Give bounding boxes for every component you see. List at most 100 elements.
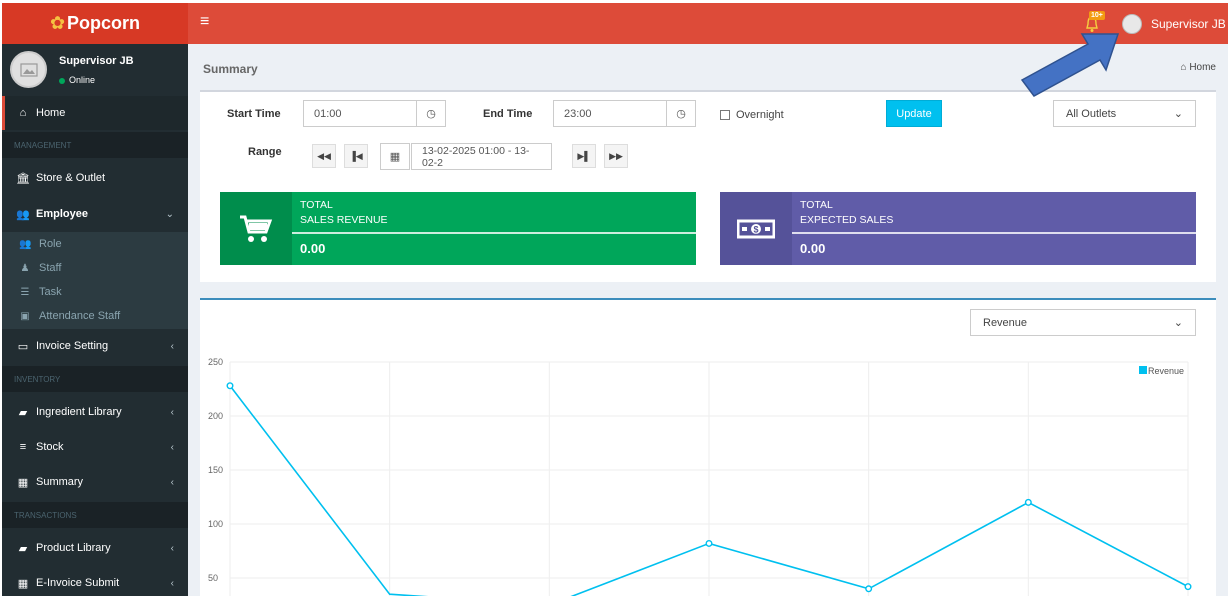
book-icon: ▰: [18, 542, 28, 555]
revenue-line-chart: 250 200 150 100 50 Revenue: [208, 357, 1192, 596]
sidebar-item-attendance[interactable]: ▣ Attendance Staff: [2, 304, 188, 328]
date-range-input[interactable]: 13-02-2025 01:00 - 13-02-2: [411, 143, 552, 170]
y-tick-label: 150: [208, 465, 223, 475]
update-button[interactable]: Update: [886, 100, 942, 127]
chevron-left-icon: ‹: [170, 406, 174, 418]
online-dot-icon: [59, 77, 65, 84]
legend-label: Revenue: [1148, 366, 1184, 376]
sidebar-item-label: Invoice Setting: [36, 340, 109, 352]
main-content: Summary ⌂ Home Start Time 01:00 ◷ End Ti…: [188, 44, 1228, 596]
clock-icon[interactable]: ◷: [666, 100, 696, 127]
sidebar-item-product-library[interactable]: ▰ Product Library ‹: [2, 531, 188, 565]
data-point: [705, 539, 713, 547]
outlet-select-value: All Outlets: [1066, 107, 1117, 120]
chevron-down-icon: ⌄: [165, 208, 174, 220]
start-time-input[interactable]: 01:00: [303, 100, 417, 127]
male-icon: ♟: [20, 262, 30, 274]
home-icon: ⌂: [1180, 62, 1190, 73]
sidebar-item-label: Store & Outlet: [36, 172, 106, 184]
overnight-checkbox[interactable]: Overnight: [720, 109, 784, 121]
chevron-left-icon: ‹: [170, 476, 174, 488]
sidebar-item-role[interactable]: 👥 Role: [2, 232, 188, 256]
expected-sales-content: TOTAL EXPECTED SALES 0.00: [792, 192, 1196, 265]
chevron-left-icon: ‹: [170, 577, 174, 589]
y-tick-label: 250: [208, 357, 223, 367]
checkbox-box[interactable]: [720, 110, 730, 120]
sidebar-item-label: Role: [39, 238, 62, 250]
sidebar-item-home[interactable]: ⌂ Home: [2, 96, 188, 130]
chart-panel: Revenue ⌄ 250 200 150 100 50 Revenue: [200, 298, 1216, 596]
y-tick-label: 200: [208, 411, 223, 421]
sidebar-item-task[interactable]: ☰ Task: [2, 280, 188, 304]
chevron-left-icon: ‹: [170, 441, 174, 453]
shopping-cart-icon: [220, 192, 292, 265]
data-point: [865, 585, 873, 593]
data-point: [1024, 498, 1032, 506]
hamburger-icon[interactable]: ≡: [200, 14, 209, 30]
bank-icon: 🏛: [16, 172, 30, 185]
sidebar-item-invoice-setting[interactable]: ▭ Invoice Setting ‹: [2, 329, 188, 363]
card-title-line1: TOTAL: [300, 199, 333, 211]
brand-logo[interactable]: ✿ Popcorn: [2, 3, 188, 44]
contact-book-icon: ▣: [20, 310, 30, 322]
user-menu-name[interactable]: Supervisor JB: [1151, 17, 1226, 31]
expected-sales-card: $ TOTAL EXPECTED SALES 0.00: [720, 192, 1196, 265]
avatar: [10, 51, 47, 88]
sidebar-item-staff[interactable]: ♟ Staff: [2, 256, 188, 280]
user-status: Online: [59, 75, 95, 85]
sidebar-item-summary[interactable]: ▦ Summary ‹: [2, 465, 188, 499]
fast-forward-button[interactable]: ▶▶: [604, 144, 628, 168]
table-icon: ▦: [17, 577, 29, 590]
breadcrumb-home[interactable]: Home: [1189, 62, 1216, 73]
money-bill-icon: $: [720, 192, 792, 265]
end-time-input[interactable]: 23:00: [553, 100, 667, 127]
popcorn-icon: ✿: [49, 13, 66, 33]
range-label: Range: [248, 146, 282, 158]
breadcrumb[interactable]: ⌂ Home: [1180, 62, 1216, 73]
sales-revenue-card: TOTAL SALES REVENUE 0.00: [220, 192, 696, 265]
y-tick-label: 50: [208, 573, 218, 583]
sidebar-item-employee[interactable]: 👥 Employee ⌄: [2, 197, 188, 231]
users-icon: 👥: [16, 208, 30, 221]
card-title-line1: TOTAL: [800, 199, 833, 211]
sidebar-item-stock[interactable]: ≡ Stock ‹: [2, 430, 188, 464]
overnight-label: Overnight: [736, 109, 784, 121]
outlet-select[interactable]: All Outlets ⌄: [1053, 100, 1196, 127]
svg-text:$: $: [753, 224, 758, 234]
sidebar: Supervisor JB Online ⌂ Home MANAGEMENT 🏛…: [2, 44, 188, 596]
y-tick-label: 100: [208, 519, 223, 529]
tasks-icon: ☰: [20, 286, 30, 298]
sales-revenue-value: 0.00: [300, 241, 326, 256]
chevron-left-icon: ‹: [170, 542, 174, 554]
data-point: [1184, 583, 1192, 591]
book-icon: ▰: [18, 406, 28, 419]
sidebar-item-label: Product Library: [36, 542, 111, 554]
users-icon: 👥: [19, 238, 32, 250]
calendar-icon[interactable]: ▦: [380, 143, 410, 170]
sidebar-item-label: Summary: [36, 476, 84, 488]
database-icon: ≡: [19, 441, 27, 453]
fast-backward-button[interactable]: ◀◀: [312, 144, 336, 168]
expected-sales-value: 0.00: [800, 241, 826, 256]
sidebar-item-label: Employee: [36, 208, 88, 220]
table-icon: ▦: [17, 476, 29, 489]
clock-icon[interactable]: ◷: [416, 100, 446, 127]
annotation-arrow-icon: [1020, 33, 1120, 97]
money-icon: ▭: [17, 340, 29, 353]
start-time-label: Start Time: [227, 108, 281, 120]
sidebar-item-label: Task: [39, 286, 62, 298]
sidebar-item-einvoice[interactable]: ▦ E-Invoice Submit ‹: [2, 566, 188, 596]
step-backward-button[interactable]: ▐◀: [344, 144, 368, 168]
sidebar-item-label: E-Invoice Submit: [36, 577, 120, 589]
employee-submenu: 👥 Role ♟ Staff ☰ Task ▣ Attendance Staff: [2, 232, 188, 329]
data-point: [226, 382, 234, 390]
sidebar-item-label: Ingredient Library: [36, 406, 122, 418]
sidebar-item-label: Staff: [39, 262, 62, 274]
notification-badge: 10+: [1089, 11, 1105, 20]
image-placeholder-icon: [19, 62, 38, 77]
sidebar-item-ingredient-library[interactable]: ▰ Ingredient Library ‹: [2, 395, 188, 429]
legend-swatch: [1139, 366, 1147, 374]
sidebar-item-store-outlet[interactable]: 🏛 Store & Outlet: [2, 161, 188, 195]
step-forward-button[interactable]: ▶▌: [572, 144, 596, 168]
sidebar-item-label: Home: [36, 107, 66, 119]
